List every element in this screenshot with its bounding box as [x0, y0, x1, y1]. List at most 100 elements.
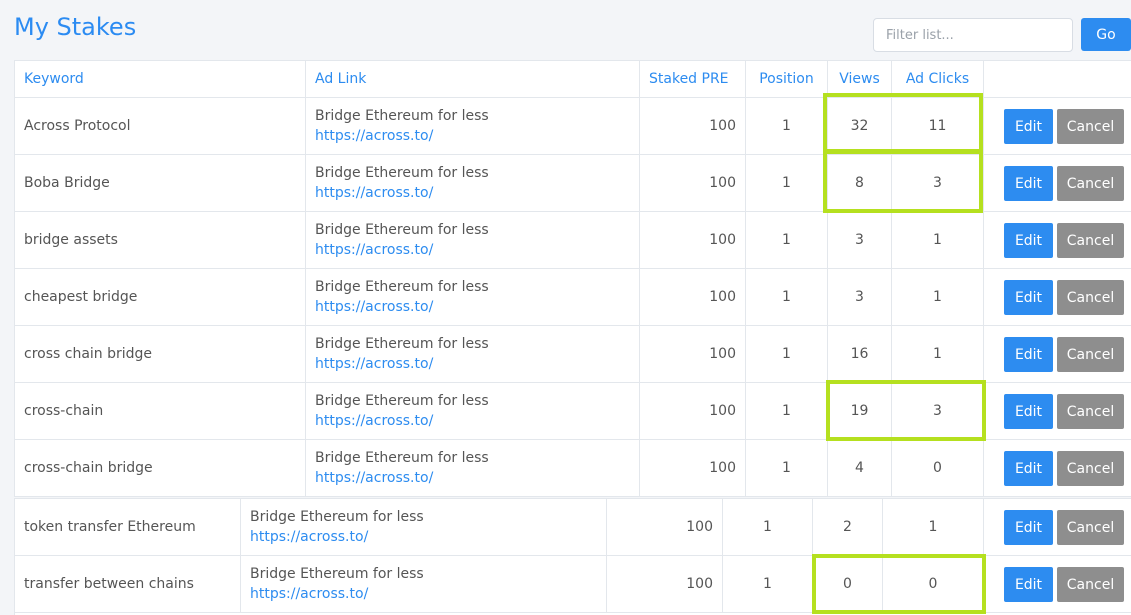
ad-link-cell: Bridge Ethereum for less https://across.… — [241, 499, 607, 555]
ad-url-link[interactable]: https://across.to/ — [315, 411, 433, 431]
table-row: token transfer Ethereum Bridge Ethereum … — [15, 499, 1131, 556]
cancel-button[interactable]: Cancel — [1057, 510, 1124, 545]
views-cell: 16 — [828, 326, 892, 382]
ad-clicks-cell: 3 — [892, 383, 984, 439]
stakes-table: Keyword Ad Link Staked PRE Position View… — [14, 60, 1131, 497]
ad-url-link[interactable]: https://across.to/ — [315, 354, 433, 374]
ad-title: Bridge Ethereum for less — [315, 279, 489, 295]
page: My Stakes Go Keyword Ad Link Staked PRE … — [0, 0, 1131, 615]
keyword-cell: cross-chain bridge — [15, 440, 306, 496]
table-header: Keyword Ad Link Staked PRE Position View… — [15, 61, 1131, 98]
cancel-button[interactable]: Cancel — [1057, 394, 1124, 429]
views-cell: 4 — [828, 440, 892, 496]
col-ad-link[interactable]: Ad Link — [306, 61, 640, 97]
edit-button[interactable]: Edit — [1004, 223, 1053, 258]
staked-cell: 100 — [607, 556, 723, 612]
col-ad-clicks[interactable]: Ad Clicks — [892, 61, 984, 97]
staked-cell: 100 — [640, 383, 746, 439]
staked-cell: 100 — [607, 499, 723, 555]
actions-cell: Edit Cancel — [984, 98, 1131, 154]
staked-cell: 100 — [640, 269, 746, 325]
position-cell: 1 — [723, 556, 813, 612]
position-cell: 1 — [746, 383, 828, 439]
ad-clicks-cell: 1 — [892, 326, 984, 382]
ad-clicks-cell: 3 — [892, 155, 984, 211]
table-row: cross chain bridge Bridge Ethereum for l… — [15, 326, 1131, 383]
staked-cell: 100 — [640, 212, 746, 268]
ad-clicks-cell: 1 — [892, 212, 984, 268]
staked-cell: 100 — [640, 326, 746, 382]
cancel-button[interactable]: Cancel — [1057, 567, 1124, 602]
views-cell: 19 — [828, 383, 892, 439]
views-cell: 0 — [813, 556, 883, 612]
ad-url-link[interactable]: https://across.to/ — [250, 584, 368, 604]
col-staked[interactable]: Staked PRE — [640, 61, 746, 97]
keyword-cell: cross-chain — [15, 383, 306, 439]
ad-url-link[interactable]: https://across.to/ — [315, 297, 433, 317]
ad-link-cell: Bridge Ethereum for less https://across.… — [241, 556, 607, 612]
ad-clicks-cell: 1 — [883, 499, 984, 555]
edit-button[interactable]: Edit — [1004, 337, 1053, 372]
filter-input[interactable] — [873, 18, 1073, 52]
ad-title: Bridge Ethereum for less — [250, 509, 424, 525]
ad-link-cell: Bridge Ethereum for less https://across.… — [306, 212, 640, 268]
page-title: My Stakes — [14, 13, 137, 41]
keyword-cell: bridge assets — [15, 212, 306, 268]
table-row: transfer between chains Bridge Ethereum … — [15, 556, 1131, 613]
edit-button[interactable]: Edit — [1004, 166, 1053, 201]
cancel-button[interactable]: Cancel — [1057, 337, 1124, 372]
cancel-button[interactable]: Cancel — [1057, 109, 1124, 144]
position-cell: 1 — [746, 440, 828, 496]
actions-cell: Edit Cancel — [984, 269, 1131, 325]
edit-button[interactable]: Edit — [1004, 510, 1053, 545]
cancel-button[interactable]: Cancel — [1057, 166, 1124, 201]
ad-clicks-cell: 11 — [892, 98, 984, 154]
position-cell: 1 — [746, 212, 828, 268]
actions-cell: Edit Cancel — [984, 556, 1131, 612]
col-position[interactable]: Position — [746, 61, 828, 97]
ad-clicks-cell: 0 — [883, 556, 984, 612]
table-row: cross-chain bridge Bridge Ethereum for l… — [15, 440, 1131, 497]
ad-url-link[interactable]: https://across.to/ — [250, 527, 368, 547]
ad-url-link[interactable]: https://across.to/ — [315, 126, 433, 146]
views-cell: 32 — [828, 98, 892, 154]
position-cell: 1 — [746, 269, 828, 325]
ad-url-link[interactable]: https://across.to/ — [315, 183, 433, 203]
keyword-cell: cross chain bridge — [15, 326, 306, 382]
ad-url-link[interactable]: https://across.to/ — [315, 240, 433, 260]
actions-cell: Edit Cancel — [984, 499, 1131, 555]
actions-cell: Edit Cancel — [984, 326, 1131, 382]
edit-button[interactable]: Edit — [1004, 451, 1053, 486]
col-keyword[interactable]: Keyword — [15, 61, 306, 97]
ad-title: Bridge Ethereum for less — [315, 222, 489, 238]
table-row: Across Protocol Bridge Ethereum for less… — [15, 98, 1131, 155]
edit-button[interactable]: Edit — [1004, 394, 1053, 429]
table-row: cross-chain Bridge Ethereum for less htt… — [15, 383, 1131, 440]
col-actions — [984, 61, 1131, 97]
edit-button[interactable]: Edit — [1004, 567, 1053, 602]
go-button[interactable]: Go — [1081, 18, 1131, 51]
cancel-button[interactable]: Cancel — [1057, 451, 1124, 486]
position-cell: 1 — [746, 98, 828, 154]
ad-title: Bridge Ethereum for less — [315, 165, 489, 181]
stakes-table-continued: token transfer Ethereum Bridge Ethereum … — [14, 498, 1131, 615]
ad-link-cell: Bridge Ethereum for less https://across.… — [306, 326, 640, 382]
ad-url-link[interactable]: https://across.to/ — [315, 468, 433, 488]
ad-title: Bridge Ethereum for less — [250, 566, 424, 582]
edit-button[interactable]: Edit — [1004, 109, 1053, 144]
edit-button[interactable]: Edit — [1004, 280, 1053, 315]
cancel-button[interactable]: Cancel — [1057, 223, 1124, 258]
col-views[interactable]: Views — [828, 61, 892, 97]
ad-clicks-cell: 0 — [892, 440, 984, 496]
actions-cell: Edit Cancel — [984, 440, 1131, 496]
cancel-button[interactable]: Cancel — [1057, 280, 1124, 315]
ad-link-cell: Bridge Ethereum for less https://across.… — [306, 383, 640, 439]
ad-title: Bridge Ethereum for less — [315, 108, 489, 124]
staked-cell: 100 — [640, 155, 746, 211]
table-row: cheapest bridge Bridge Ethereum for less… — [15, 269, 1131, 326]
views-cell: 3 — [828, 269, 892, 325]
table-row: Boba Bridge Bridge Ethereum for less htt… — [15, 155, 1131, 212]
keyword-cell: transfer between chains — [15, 556, 241, 612]
keyword-cell: token transfer Ethereum — [15, 499, 241, 555]
ad-title: Bridge Ethereum for less — [315, 393, 489, 409]
